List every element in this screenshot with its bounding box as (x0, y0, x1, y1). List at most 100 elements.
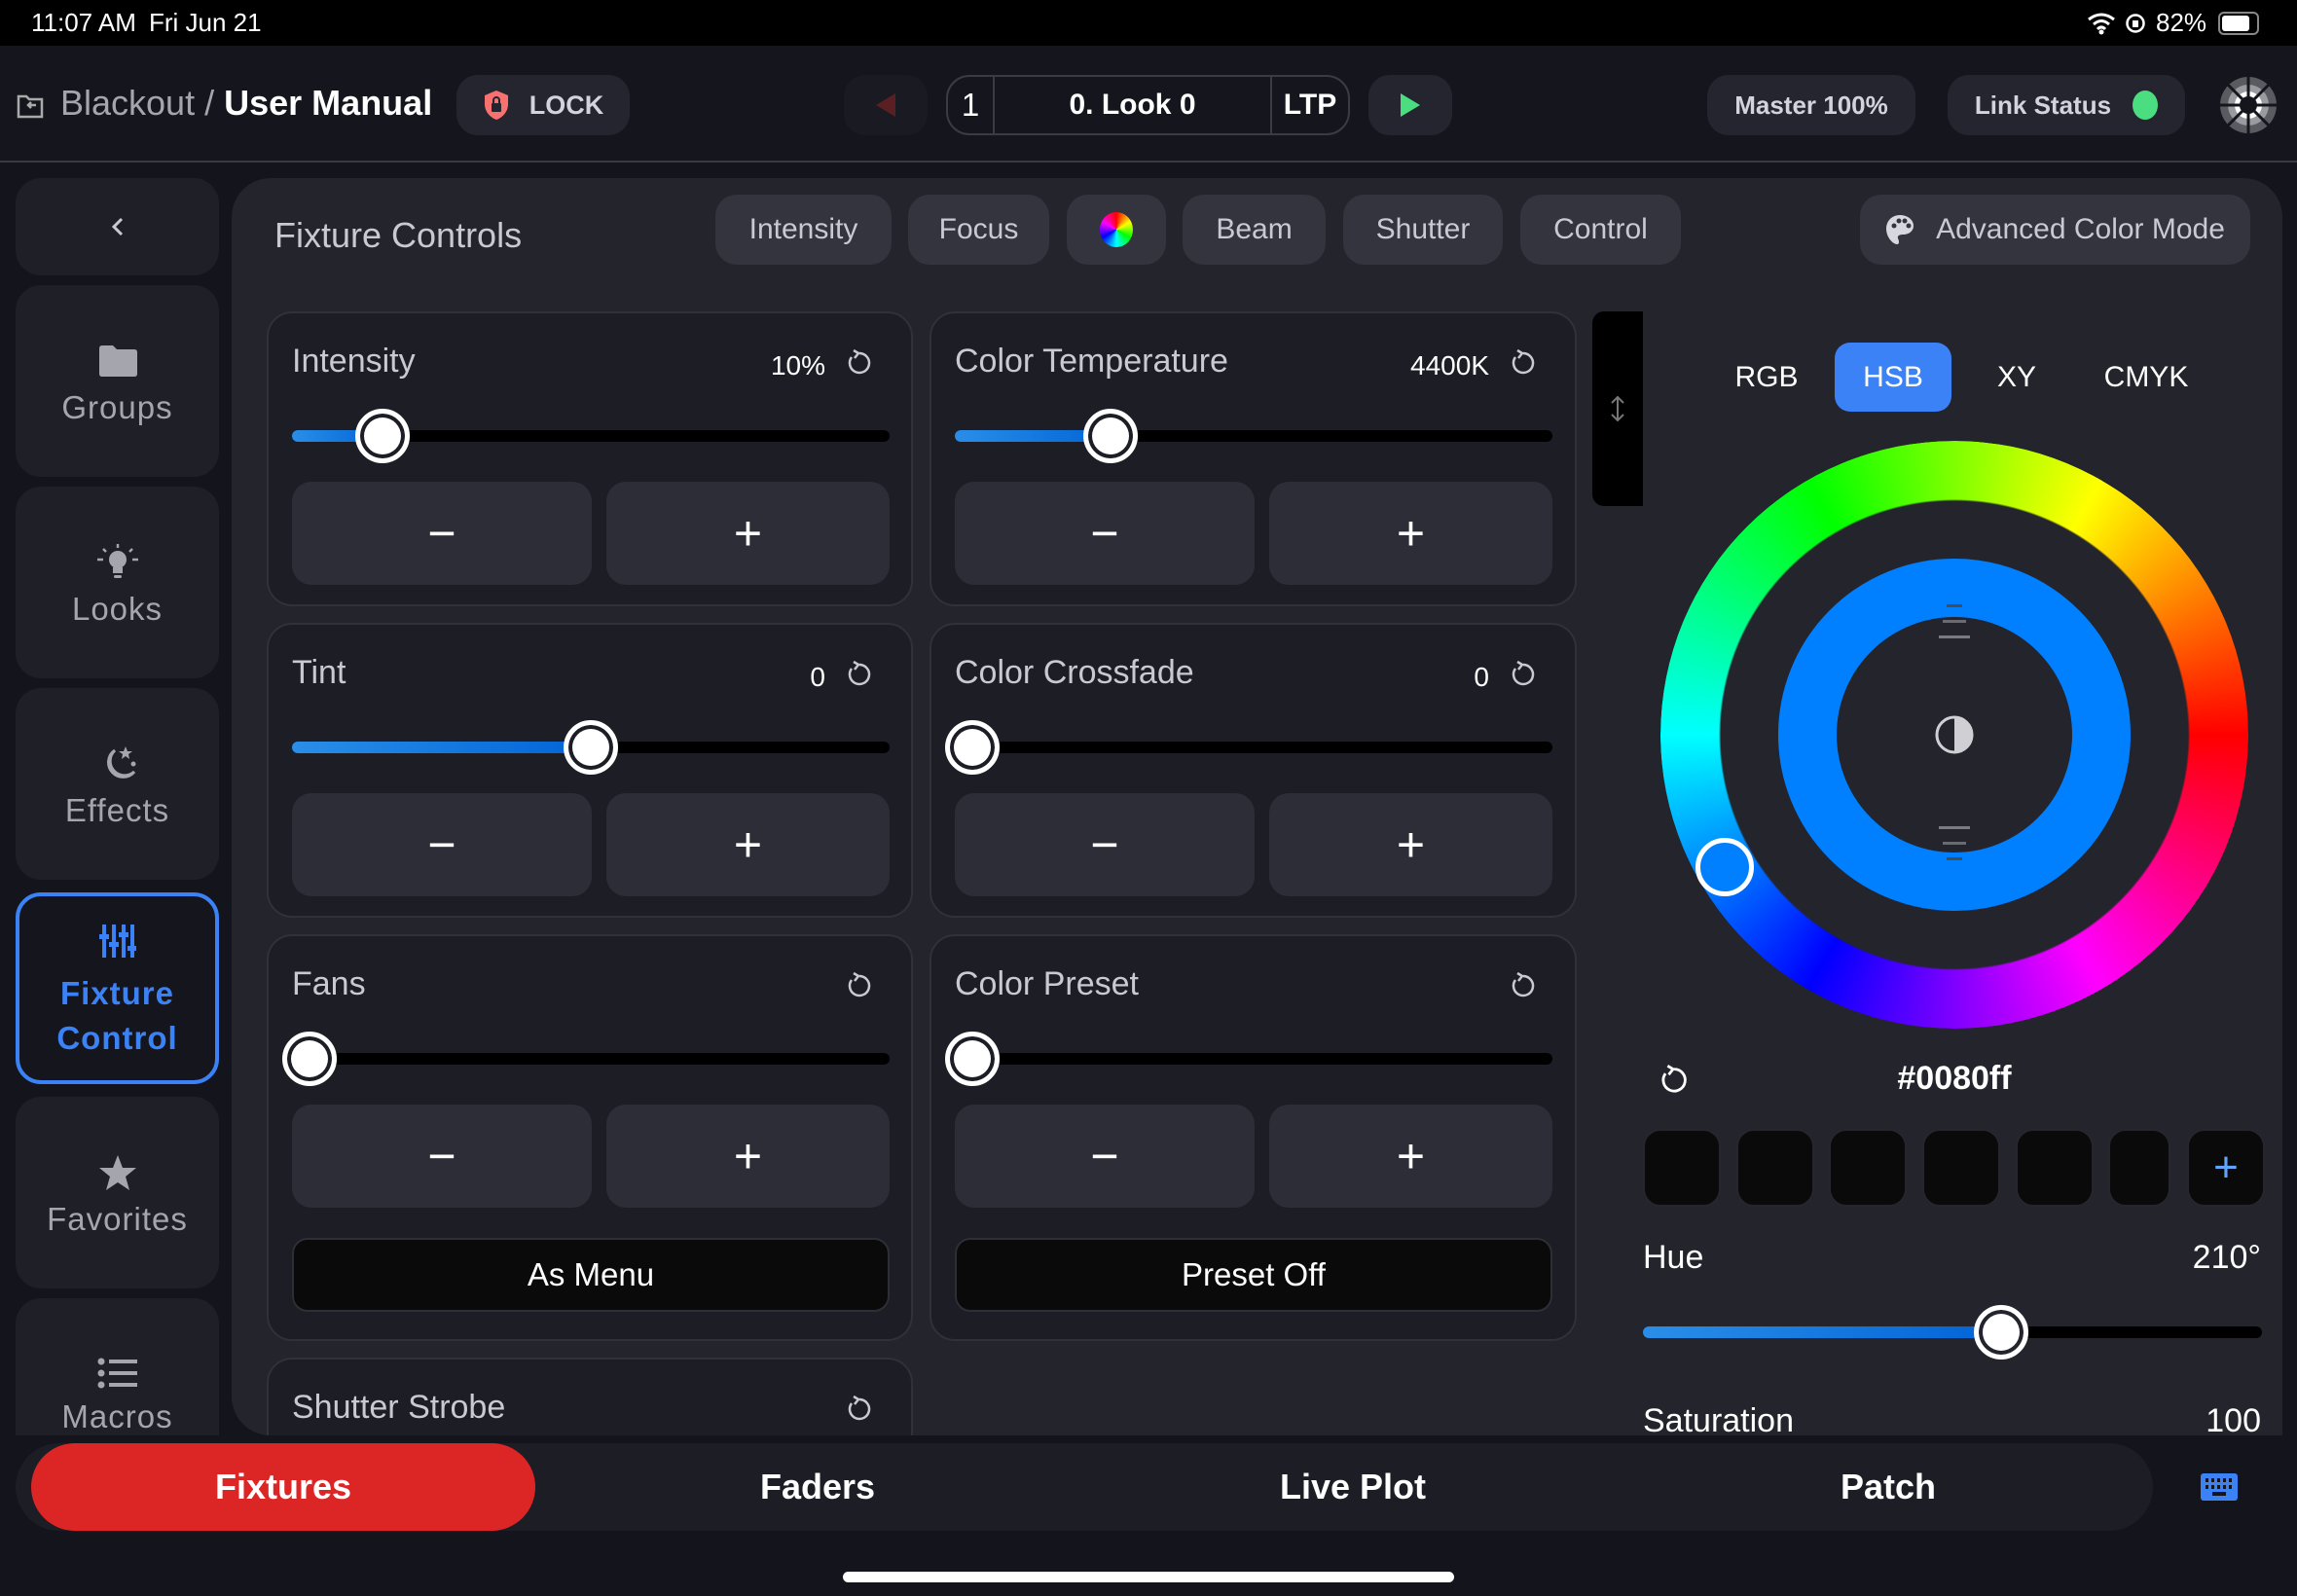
slider-knob[interactable] (1082, 409, 1138, 463)
sidebar-collapse-button[interactable] (16, 178, 219, 275)
tab-beam[interactable]: Beam (1183, 195, 1326, 265)
color-mode-rgb[interactable]: RGB (1708, 343, 1825, 412)
color-swatch-slot[interactable] (1736, 1129, 1814, 1207)
fans-card: Fans − + As Menu (267, 934, 913, 1341)
reset-icon[interactable] (1507, 971, 1538, 1002)
color-preset-slider[interactable] (945, 1032, 1552, 1086)
color-mode-xy[interactable]: XY (1958, 343, 2075, 412)
reset-icon[interactable] (1507, 348, 1538, 380)
master-button[interactable]: Master 100% (1707, 75, 1915, 135)
moon-stars-icon (106, 745, 135, 779)
increment-button[interactable]: + (1269, 793, 1552, 896)
keyboard-icon[interactable] (2200, 1472, 2239, 1502)
reset-icon[interactable] (843, 660, 874, 691)
color-temperature-value: 4400K (1410, 350, 1489, 381)
tint-slider[interactable] (292, 720, 890, 775)
color-swatch-slot[interactable] (1643, 1129, 1721, 1207)
increment-button[interactable]: + (606, 793, 890, 896)
color-mode-hsb[interactable]: HSB (1835, 343, 1951, 412)
increment-button[interactable]: + (606, 482, 890, 585)
status-bar: 11:07 AM Fri Jun 21 82% (0, 0, 2297, 46)
color-swatch-slot[interactable] (1829, 1129, 1907, 1207)
nav-patch[interactable]: Patch (1635, 1443, 2141, 1531)
sidebar-item-macros[interactable]: Macros (16, 1298, 219, 1435)
reset-icon[interactable] (843, 971, 874, 1002)
brightness-scale[interactable] (1935, 569, 1974, 900)
tab-shutter[interactable]: Shutter (1343, 195, 1503, 265)
advanced-color-mode-button[interactable]: Advanced Color Mode (1860, 195, 2250, 265)
slider-knob[interactable] (1974, 1305, 2028, 1360)
breadcrumb-parent[interactable]: Blackout (60, 83, 195, 123)
home-indicator[interactable] (843, 1572, 1454, 1582)
slider-knob[interactable] (945, 720, 1000, 775)
lock-button[interactable]: LOCK (456, 75, 630, 135)
tab-control[interactable]: Control (1520, 195, 1681, 265)
sidebar-item-fixture-control[interactable]: Fixture Control (16, 892, 219, 1084)
vertical-resize-icon (1611, 395, 1624, 422)
color-swatch-slot[interactable] (2108, 1129, 2170, 1207)
color-temperature-slider[interactable] (955, 409, 1552, 463)
decrement-button[interactable]: − (955, 482, 1255, 585)
play-icon (1401, 93, 1420, 117)
decrement-button[interactable]: − (292, 793, 592, 896)
hex-value[interactable]: #0080ff (1789, 1060, 2120, 1098)
status-date: Fri Jun 21 (149, 8, 262, 37)
app-logo-icon[interactable] (2218, 75, 2279, 135)
sidebar-item-favorites[interactable]: Favorites (16, 1097, 219, 1288)
list-icon (97, 1358, 137, 1388)
reset-icon[interactable] (843, 348, 874, 380)
sidebar-item-effects[interactable]: Effects (16, 688, 219, 880)
color-swatch-slot[interactable] (1922, 1129, 2000, 1207)
intensity-slider[interactable] (292, 409, 890, 463)
tab-intensity[interactable]: Intensity (715, 195, 892, 265)
exit-project-icon[interactable] (16, 91, 45, 121)
sidebar-item-label: Groups (61, 388, 173, 425)
card-title: Fans (292, 965, 366, 1002)
card-title: Color Crossfade (955, 654, 1194, 691)
hue-value: 210° (2192, 1239, 2261, 1276)
card-title: Shutter Strobe (292, 1389, 506, 1426)
color-preset-menu-button[interactable]: Preset Off (955, 1238, 1552, 1312)
slider-knob[interactable] (945, 1032, 1000, 1086)
card-title: Color Temperature (955, 343, 1228, 380)
chevron-left-icon (111, 217, 123, 236)
next-cue-button[interactable] (1368, 75, 1452, 135)
advanced-color-mode-label: Advanced Color Mode (1936, 213, 2225, 245)
color-preset-card: Color Preset − + Preset Off (930, 934, 1577, 1341)
color-mode-cmyk[interactable]: CMYK (2083, 343, 2209, 412)
decrement-button[interactable]: − (955, 793, 1255, 896)
fans-slider[interactable] (282, 1032, 890, 1086)
reset-icon[interactable] (1507, 660, 1538, 691)
color-crossfade-slider[interactable] (945, 720, 1552, 775)
cue-display[interactable]: 1 0. Look 0 LTP (946, 75, 1350, 135)
slider-knob[interactable] (564, 720, 618, 775)
nav-live-plot[interactable]: Live Plot (1100, 1443, 1606, 1531)
slider-knob[interactable] (355, 409, 411, 463)
tint-value: 0 (810, 662, 825, 692)
hue-slider[interactable] (1643, 1305, 2262, 1360)
fans-menu-button[interactable]: As Menu (292, 1238, 890, 1312)
breadcrumb-separator: / (204, 83, 215, 123)
panel-resize-handle[interactable] (1592, 311, 1643, 506)
sidebar-item-looks[interactable]: Looks (16, 487, 219, 678)
nav-faders[interactable]: Faders (565, 1443, 1071, 1531)
reset-color-icon[interactable] (1656, 1064, 1691, 1099)
decrement-button[interactable]: − (292, 1105, 592, 1208)
add-swatch-button[interactable]: + (2187, 1129, 2265, 1207)
decrement-button[interactable]: − (955, 1105, 1255, 1208)
decrement-button[interactable]: − (292, 482, 592, 585)
color-swatch-slot[interactable] (2016, 1129, 2094, 1207)
battery-percent: 82% (2156, 8, 2207, 37)
increment-button[interactable]: + (606, 1105, 890, 1208)
increment-button[interactable]: + (1269, 482, 1552, 585)
previous-cue-button[interactable] (844, 75, 928, 135)
nav-fixtures[interactable]: Fixtures (31, 1443, 535, 1531)
tab-color[interactable] (1067, 195, 1166, 265)
tab-focus[interactable]: Focus (908, 195, 1049, 265)
cue-mode[interactable]: LTP (1272, 89, 1348, 122)
increment-button[interactable]: + (1269, 1105, 1552, 1208)
link-status-button[interactable]: Link Status (1948, 75, 2185, 135)
reset-icon[interactable] (843, 1395, 874, 1426)
sidebar-item-groups[interactable]: Groups (16, 285, 219, 477)
slider-knob[interactable] (282, 1032, 337, 1086)
